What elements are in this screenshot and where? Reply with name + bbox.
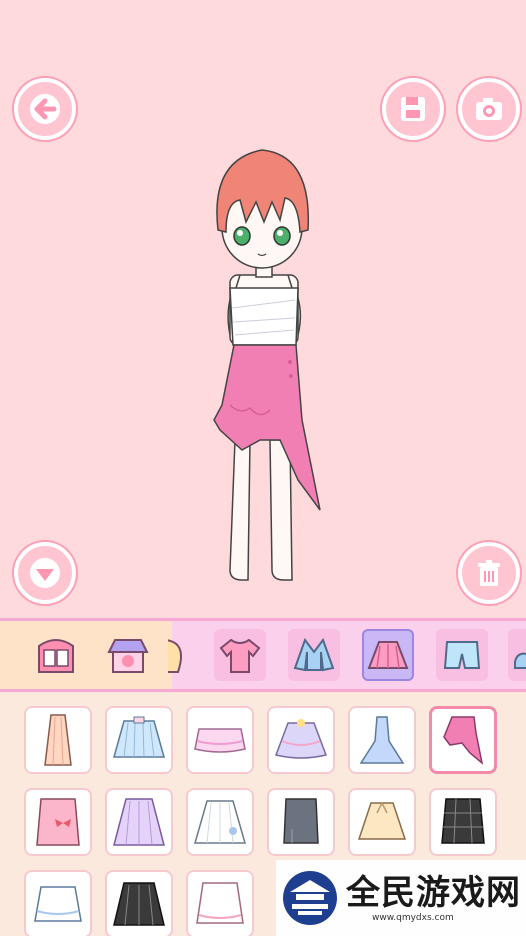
item-slot[interactable] [186,870,254,936]
pink-bow-skirt-icon [36,798,80,846]
shoe-icon [514,652,526,669]
item-slot[interactable] [24,788,92,856]
plaid-skirt-icon [441,798,485,844]
item-slot[interactable] [186,788,254,856]
blue-mermaid-skirt-icon [359,716,405,764]
gray-pencil-skirt-icon [283,798,319,844]
delete-button[interactable] [458,542,520,604]
white-frill-skirt-icon [34,886,82,922]
category-jacket[interactable] [288,629,340,681]
item-slot[interactable] [105,706,173,774]
item-slot[interactable] [348,788,416,856]
wardrobe-icon [38,639,74,673]
category-shoes[interactable] [508,629,526,681]
tshirt-icon [219,638,261,673]
long-peach-skirt-icon [44,714,72,766]
back-button[interactable] [14,78,76,140]
save-button[interactable] [382,78,444,140]
arrow-left-icon [30,94,60,124]
lace-tutu-skirt-icon [274,719,328,759]
item-slot[interactable] [105,870,173,936]
category-wardrobe[interactable] [30,629,82,681]
pink-tutu-skirt-icon [194,728,246,753]
black-pleated-skirt-icon [113,882,165,926]
item-slot[interactable] [24,870,92,936]
collapse-panel-button[interactable] [14,542,76,604]
category-shorts[interactable] [436,629,488,681]
item-slot[interactable] [348,706,416,774]
category-shop[interactable] [102,629,154,681]
shop-icon [107,639,149,673]
floppy-disk-icon [401,97,425,121]
category-top[interactable] [214,629,266,681]
camera-icon [476,98,502,120]
shorts-icon [443,641,481,669]
character-doll [213,149,321,581]
blue-pleated-skirt-icon [113,716,165,758]
item-slot-selected[interactable] [429,706,497,774]
triangle-down-icon [30,558,60,588]
camera-button[interactable] [458,78,520,140]
skirt-icon [367,641,409,669]
hair-icon [168,639,182,673]
item-slot[interactable] [24,706,92,774]
watermark-url: www.qmydxs.com [372,913,454,923]
cream-ribbon-skirt-icon [357,802,407,840]
category-skirt[interactable] [362,629,414,681]
pagoda-logo-icon [283,871,337,925]
white-flower-skirt-icon [194,800,246,844]
trash-icon [478,560,500,586]
lilac-skirt-icon [113,798,165,846]
jacket-icon [293,637,335,672]
item-slot[interactable] [429,788,497,856]
pink-asymmetric-skirt-icon [443,716,484,765]
dress-up-stage [0,0,526,618]
item-slot[interactable] [105,788,173,856]
item-slot[interactable] [186,706,254,774]
category-hair[interactable] [168,629,188,681]
white-pink-skirt-icon [196,882,244,924]
item-slot[interactable] [267,788,335,856]
site-watermark: 全民游戏网 www.qmydxs.com [276,860,526,936]
category-bar [0,618,526,692]
watermark-title: 全民游戏网 [346,873,521,913]
item-slot[interactable] [267,706,335,774]
